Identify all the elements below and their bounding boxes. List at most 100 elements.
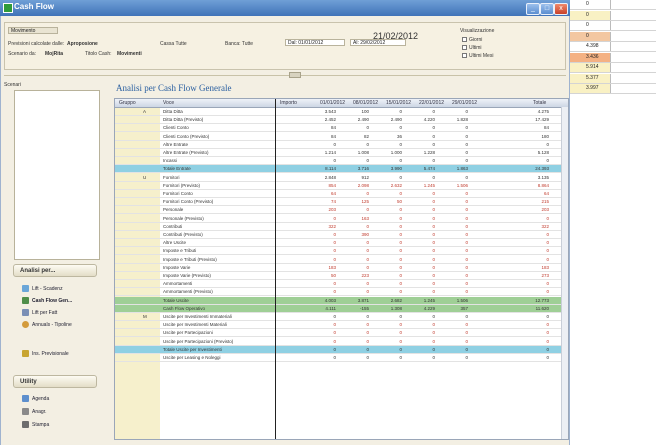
table-row[interactable]: Fornitori Conto (Previsto) 74 125 50 0 0 215 xyxy=(115,198,568,207)
table-row[interactable]: Personale 203 0 0 0 0 203 xyxy=(115,206,568,215)
row-value: 0 xyxy=(333,248,336,254)
table-row[interactable]: U Fornitori 2.848 912 0 0 0 3.135 xyxy=(115,174,568,182)
sheet-cell[interactable]: 4.398 xyxy=(570,42,611,51)
vertical-scrollbar[interactable] xyxy=(561,107,568,439)
minimize-button[interactable]: _ xyxy=(526,3,540,15)
row-group-code: A xyxy=(143,109,147,114)
sheet-cell[interactable]: 5.377 xyxy=(570,73,611,83)
row-value: 912 xyxy=(361,174,369,180)
table-row[interactable]: Imposte e Tributi (Previsto) 0 0 0 0 0 0 xyxy=(115,256,568,264)
table-row[interactable]: Totale Uscite 4.003 3.871 2.682 1.245 1.506 12… xyxy=(115,296,568,305)
scenario-value[interactable]: MojRita xyxy=(45,51,63,57)
row-value: 0 xyxy=(432,223,435,229)
sheet-cell[interactable]: 0 xyxy=(570,10,611,20)
previsioni-value[interactable]: Aproposione xyxy=(67,41,98,47)
column-header[interactable]: Importo xyxy=(280,100,297,106)
sheet-cell[interactable]: 3.436 xyxy=(570,52,611,62)
row-value: 0 xyxy=(399,289,402,295)
table-row[interactable]: Uscite per Partecipazioni (Previsto) 0 0 0 0… xyxy=(115,338,568,346)
sheet-cell[interactable]: 3.997 xyxy=(570,84,611,93)
column-header[interactable]: 15/01/2012 xyxy=(386,100,411,106)
row-value: 0 xyxy=(366,281,369,287)
sheet-cell[interactable]: 0 xyxy=(570,21,611,30)
row-value: 0 xyxy=(546,281,549,287)
table-row[interactable]: Altre Entrate (Previsto) 1.214 1.008 1.000 1… xyxy=(115,149,568,157)
column-header[interactable]: 01/01/2012 xyxy=(320,100,345,106)
titolo-value[interactable]: Movimenti xyxy=(117,51,142,57)
maximize-button[interactable]: □ xyxy=(540,3,554,15)
row-value: 2.848 xyxy=(324,174,336,180)
nav-item-anagr[interactable]: Anagr. xyxy=(22,408,46,416)
sheet-cell[interactable]: 5.914 xyxy=(570,63,611,72)
close-button[interactable]: x xyxy=(554,3,568,15)
nav-item-stampa[interactable]: Stampa xyxy=(22,421,49,429)
row-value: 1.506 xyxy=(456,297,468,303)
table-row[interactable]: Imposte Varie (Previsto) 50 223 0 0 0 273 xyxy=(115,272,568,280)
table-row[interactable]: Altre Uscite 0 0 0 0 0 0 xyxy=(115,239,568,248)
scenario-field[interactable]: Movimento xyxy=(8,27,58,34)
row-value: 0 xyxy=(465,322,468,328)
column-header[interactable]: Voce xyxy=(163,100,174,106)
column-header[interactable]: 08/01/2012 xyxy=(353,100,378,106)
column-header[interactable]: Totale xyxy=(533,100,546,106)
table-row[interactable]: Totale Entrate 8.114 3.716 3.990 5.474 1.863 2… xyxy=(115,165,568,174)
utility-section-header[interactable]: Utility xyxy=(13,375,97,388)
nav-item-annuals[interactable]: Annuals - Tipoline xyxy=(22,321,72,329)
row-value: 4.220 xyxy=(423,117,435,123)
table-row[interactable]: Ammortamenti 0 0 0 0 0 0 xyxy=(115,280,568,289)
row-value: 8.114 xyxy=(325,166,336,172)
table-row[interactable]: A Ditta Ditta 3.543 100 0 0 0 4.275 xyxy=(115,108,568,116)
date-from-field[interactable]: Dal: 01/01/2012 xyxy=(285,39,345,46)
sheet-cell-value: 5.377 xyxy=(586,74,599,81)
nav-item-lift-fatt[interactable]: Lift per Fatt xyxy=(22,309,57,317)
row-value: 180 xyxy=(541,133,549,139)
table-row[interactable]: Personale (Previsto) 0 163 0 0 0 0 xyxy=(115,215,568,223)
row-value: 3.871 xyxy=(357,297,369,303)
table-row[interactable]: Uscite per Leasing e Noleggi 0 0 0 0 0 0 xyxy=(115,354,568,362)
table-row[interactable]: Cash Flow Operativo 4.111 -155 1.308 4.229 35… xyxy=(115,304,568,313)
row-label: Contributi xyxy=(163,223,183,229)
sheet-row: 4.398 xyxy=(570,42,656,52)
column-header[interactable]: 22/01/2012 xyxy=(419,100,444,106)
row-value: 0 xyxy=(465,199,468,205)
column-header[interactable]: 29/01/2012 xyxy=(452,100,477,106)
sheet-row: 0 xyxy=(570,0,656,10)
option-checkbox[interactable] xyxy=(462,45,467,50)
scenari-list[interactable] xyxy=(14,90,100,260)
table-row[interactable]: Fornitori (Previsto) 854 2.098 2.632 1.245 1.… xyxy=(115,182,568,190)
column-header[interactable]: Gruppo xyxy=(119,100,136,106)
table-row[interactable]: Contributi (Previsto) 0 390 0 0 0 0 xyxy=(115,231,568,239)
banca-select[interactable]: Banca: Tutte xyxy=(225,41,253,47)
row-value: 322 xyxy=(328,223,336,229)
table-row[interactable]: Imposte Varie 183 0 0 0 0 183 xyxy=(115,264,568,272)
row-value: 0 xyxy=(399,109,402,114)
row-value: 0 xyxy=(546,314,549,319)
nav-item-cash-flow[interactable]: Cash Flow Gen... xyxy=(22,297,72,305)
splitter-handle[interactable] xyxy=(289,72,301,78)
row-label: Fornitori Conto xyxy=(163,191,193,196)
table-row[interactable]: Incassi 0 0 0 0 0 0 xyxy=(115,157,568,166)
table-row[interactable]: Clienti Conto (Previsto) 84 82 36 0 0 180 xyxy=(115,133,568,141)
table-row[interactable]: Imposte e Tributi 0 0 0 0 0 0 xyxy=(115,247,568,256)
nav-item-lift-scadenze[interactable]: Lift - Scadenz xyxy=(22,285,63,293)
table-row[interactable]: Clienti Conto 84 0 0 0 0 84 xyxy=(115,124,568,133)
cassa-select[interactable]: Cassa Tutte xyxy=(160,41,187,47)
table-row[interactable]: Altre Entrate 0 0 0 0 0 0 xyxy=(115,141,568,149)
sheet-cell[interactable]: 0 xyxy=(570,0,611,9)
table-row[interactable]: Totale Uscite per Investimenti 0 0 0 0 0 0 xyxy=(115,345,568,354)
table-row[interactable]: Ditta Ditta (Previsto) 2.452 2.490 2.490 4.2… xyxy=(115,116,568,125)
option-checkbox[interactable] xyxy=(462,53,467,58)
analisi-section-header[interactable]: Analisi per... xyxy=(13,264,97,277)
table-row[interactable]: Contributi 322 0 0 0 0 322 xyxy=(115,223,568,231)
nav-item-previsionale[interactable]: Ins. Previsionale xyxy=(22,350,69,358)
table-row[interactable]: Uscite per Partecipazioni 0 0 0 0 0 0 xyxy=(115,329,568,338)
table-row[interactable]: Fornitori Conto 64 0 0 0 0 64 xyxy=(115,190,568,198)
row-value: 0 xyxy=(333,322,336,328)
row-value: 1.228 xyxy=(423,150,435,155)
table-row[interactable]: Ammortamenti (Previsto) 0 0 0 0 0 0 xyxy=(115,288,568,297)
table-row[interactable]: Uscite per Investimenti Materiali 0 0 0 0 0 0 xyxy=(115,321,568,330)
sheet-cell[interactable]: 0 xyxy=(570,31,611,41)
nav-item-agenda[interactable]: Agenda xyxy=(22,395,49,403)
option-checkbox[interactable] xyxy=(462,37,467,42)
table-row[interactable]: M Uscite per Investimenti Immateriali 0 0 0 0… xyxy=(115,313,568,321)
